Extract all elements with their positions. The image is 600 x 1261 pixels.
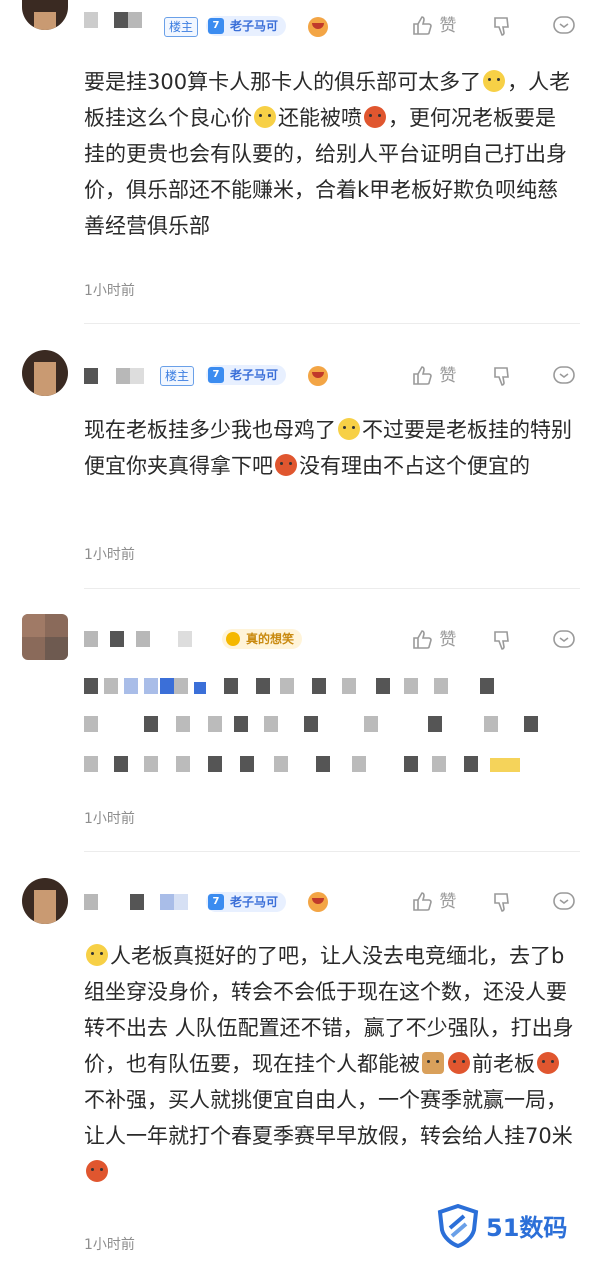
like-button[interactable]: 赞 (410, 362, 456, 390)
dislike-button[interactable] (490, 362, 514, 390)
shield-logo-icon (437, 1204, 479, 1248)
thumb-down-icon (494, 367, 509, 386)
like-button[interactable]: 赞 (410, 626, 456, 654)
reply-bubble-icon (553, 366, 575, 384)
reply-bubble-icon (553, 630, 575, 648)
thumb-up-icon (413, 630, 432, 649)
comment-time: 1小时前 (84, 283, 135, 299)
thumb-up-icon (413, 366, 432, 385)
dislike-button[interactable] (490, 12, 514, 40)
angry-emoji-icon (364, 106, 386, 128)
comment-text: 人老板真挺好的了吧，让人没去电竞缅北，去了b组坐穿没身价，转会不会低于现在这个数… (84, 938, 574, 1190)
fan-level: 7 (208, 894, 224, 910)
thumb-down-icon (494, 893, 509, 912)
angry-emoji-icon (448, 1052, 470, 1074)
dislike-button[interactable] (490, 626, 514, 654)
dislike-button[interactable] (490, 888, 514, 916)
thumb-down-icon (494, 17, 509, 36)
username-blurred[interactable] (84, 631, 204, 651)
avatar[interactable] (22, 878, 68, 924)
reply-bubble-icon (553, 892, 575, 910)
game-emoji-icon (308, 17, 328, 37)
more-button[interactable] (552, 362, 576, 390)
username-blurred[interactable] (84, 368, 154, 388)
horse-emoji-icon (422, 1052, 444, 1074)
coin-icon (226, 632, 240, 646)
like-label: 赞 (439, 892, 457, 912)
avatar[interactable] (22, 0, 68, 30)
shy-emoji-icon (338, 418, 360, 440)
thumb-up-icon (413, 892, 432, 911)
more-button[interactable] (552, 626, 576, 654)
fan-badge[interactable]: 7 老子马可 (206, 892, 287, 912)
divider (84, 851, 580, 852)
mosaic-blocks (84, 678, 538, 772)
like-label: 赞 (439, 366, 457, 386)
censored-text (84, 676, 580, 796)
comment-time: 1小时前 (84, 1237, 135, 1253)
sad-emoji-icon (254, 106, 276, 128)
fan-name: 老子马可 (230, 19, 279, 33)
fan-badge[interactable]: 7 老子马可 (206, 16, 287, 36)
host-badge: 楼主 (160, 366, 195, 386)
like-button[interactable]: 赞 (410, 888, 456, 916)
reply-bubble-icon (553, 16, 575, 34)
username-blurred[interactable] (84, 894, 194, 914)
fan-level: 7 (208, 18, 224, 34)
gold-badge[interactable]: 真的想笑 (222, 629, 303, 649)
divider (84, 323, 580, 324)
host-badge: 楼主 (164, 17, 199, 37)
angry-emoji-icon (86, 1160, 108, 1182)
fan-badge[interactable]: 7 老子马可 (206, 365, 287, 385)
comment-actions: 赞 (410, 626, 580, 654)
sweat-emoji-icon (483, 70, 506, 92)
more-button[interactable] (552, 888, 576, 916)
like-button[interactable]: 赞 (410, 12, 456, 40)
fan-name: 老子马可 (230, 368, 279, 382)
like-label: 赞 (439, 16, 457, 36)
comment-actions: 赞 (410, 362, 580, 390)
username-blurred[interactable] (84, 12, 160, 32)
angry-emoji-icon (537, 1052, 559, 1074)
comment-time: 1小时前 (84, 811, 135, 827)
avatar[interactable] (22, 350, 68, 396)
comment-text: 要是挂300算卡人那卡人的俱乐部可太多了 ，人老板挂这么个良心价 还能被喷 ，更何况老… (84, 70, 571, 238)
divider (84, 588, 580, 589)
game-emoji-icon (308, 892, 328, 912)
comment-time: 1小时前 (84, 547, 135, 563)
watermark-text: 51数码 (486, 1214, 568, 1242)
angry-emoji-icon (275, 454, 297, 476)
comment-actions: 赞 (410, 12, 580, 40)
like-label: 赞 (439, 630, 457, 650)
thumb-down-icon (494, 631, 509, 650)
game-emoji-icon (308, 366, 328, 386)
sweat-emoji-icon (86, 944, 108, 966)
comment-text: 现在老板挂多少我也母鸡了 不过要是老板挂的特别便宜你夹真得拿下吧 没有理由不占这个便… (84, 418, 572, 478)
avatar[interactable] (22, 614, 68, 660)
more-button[interactable] (552, 12, 576, 40)
thumb-up-icon (413, 16, 432, 35)
watermark-logo: 51数码 (436, 1198, 576, 1250)
fan-level: 7 (208, 367, 224, 383)
gold-badge-label: 真的想笑 (246, 632, 295, 646)
comment-actions: 赞 (410, 888, 580, 916)
fan-name: 老子马可 (230, 895, 279, 909)
